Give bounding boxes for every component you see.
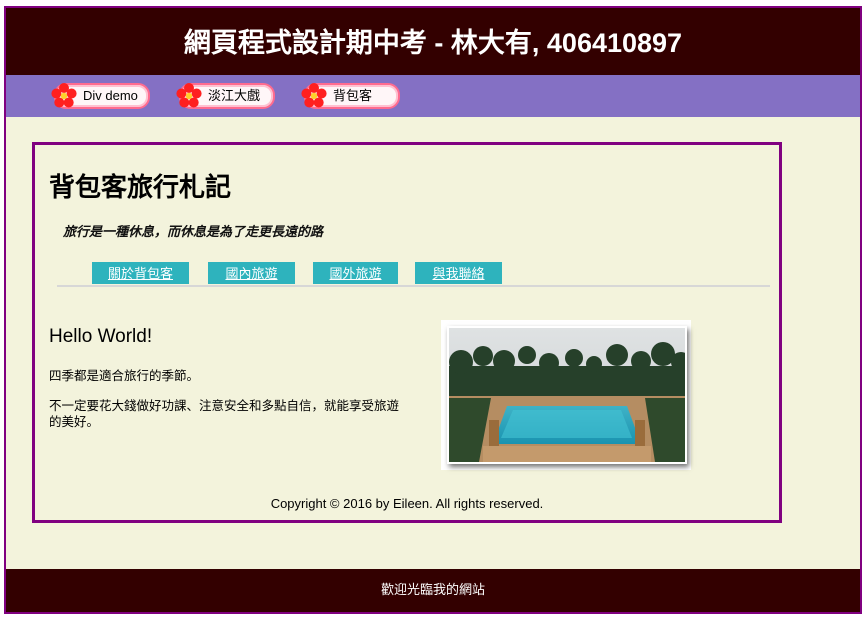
article-paragraph: 不一定要花大錢做好功課、注意安全和多點自信，就能享受旅遊的美好。	[49, 399, 400, 429]
menu-item-label: Div demo	[83, 88, 138, 103]
copyright-text: Copyright © 2016 by Eileen. All rights r…	[270, 496, 544, 511]
page-frame: 網頁程式設計期中考 - 林大有, 406410897 Div demo 淡江大戲	[4, 6, 862, 614]
photo-frame	[441, 320, 691, 470]
site-title: 背包客旅行札記	[49, 172, 232, 202]
nav-divider	[57, 285, 770, 287]
nav-link-overseas-travel[interactable]: 國外旅遊	[313, 262, 398, 284]
article-paragraph: 四季都是適合旅行的季節。	[49, 369, 200, 383]
menu-item-label: 背包客	[333, 88, 373, 103]
site-tagline: 旅行是一種休息，而休息是為了走更長遠的路	[63, 224, 324, 239]
resort-pool-photo	[447, 326, 687, 464]
menu-bar: Div demo 淡江大戲 背包客	[6, 75, 860, 117]
nav-link-about[interactable]: 關於背包客	[92, 262, 189, 284]
menu-item-tamkang[interactable]: 淡江大戲	[176, 83, 275, 109]
nav-link-contact[interactable]: 與我聯絡	[415, 262, 502, 284]
flower-icon	[301, 83, 327, 108]
page-title: 網頁程式設計期中考 - 林大有, 406410897	[183, 28, 683, 58]
page-footer: 歡迎光臨我的網站	[6, 569, 860, 612]
menu-item-div-demo[interactable]: Div demo	[51, 83, 150, 109]
flower-icon	[51, 83, 77, 108]
flower-icon	[176, 83, 202, 108]
menu-item-backpacker[interactable]: 背包客	[301, 83, 400, 109]
menu-item-label: 淡江大戲	[208, 88, 261, 103]
article-heading: Hello World!	[49, 326, 153, 347]
page-header: 網頁程式設計期中考 - 林大有, 406410897	[6, 8, 860, 75]
nav-link-domestic-travel[interactable]: 國內旅遊	[208, 262, 295, 284]
content-card: 背包客旅行札記 旅行是一種休息，而休息是為了走更長遠的路 關於背包客 國內旅遊 …	[32, 142, 782, 523]
footer-text: 歡迎光臨我的網站	[380, 582, 485, 597]
